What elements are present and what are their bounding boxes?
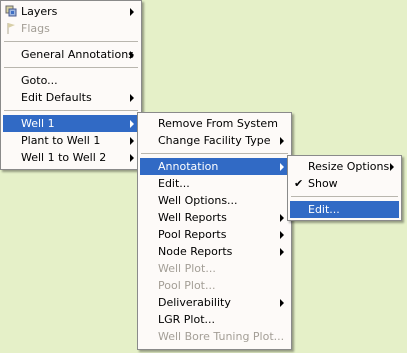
menu-separator bbox=[141, 153, 288, 154]
menu-item-edit-defaults[interactable]: Edit Defaults bbox=[3, 89, 139, 106]
menu-item-flags[interactable]: Flags bbox=[3, 20, 139, 37]
menu-item-label: Resize Options bbox=[308, 160, 390, 173]
menu-item-goto[interactable]: Goto... bbox=[3, 72, 139, 89]
menu-item-label: Well 1 bbox=[21, 117, 55, 130]
menu-item-label: Flags bbox=[21, 22, 50, 35]
submenu-arrow-icon bbox=[130, 137, 134, 145]
menu-item-annotation[interactable]: Annotation bbox=[140, 158, 289, 175]
menu-item-label: Well Plot... bbox=[158, 262, 216, 275]
menu-item-pool-plot[interactable]: Pool Plot... bbox=[140, 277, 289, 294]
menu-item-deliverability[interactable]: Deliverability bbox=[140, 294, 289, 311]
menu-item-label: Edit... bbox=[158, 177, 190, 190]
context-menu-annotation: Resize Options ✔ Show Edit... bbox=[287, 155, 402, 221]
menu-separator bbox=[4, 110, 138, 111]
menu-item-pool-reports[interactable]: Pool Reports bbox=[140, 226, 289, 243]
menu-item-well-1-to-well-2[interactable]: Well 1 to Well 2 bbox=[3, 149, 139, 166]
submenu-arrow-icon bbox=[280, 137, 284, 145]
menu-item-edit[interactable]: Edit... bbox=[140, 175, 289, 192]
submenu-arrow-icon bbox=[280, 299, 284, 307]
submenu-arrow-icon bbox=[280, 248, 284, 256]
menu-item-well-1[interactable]: Well 1 bbox=[3, 115, 139, 132]
menu-item-annotation-edit[interactable]: Edit... bbox=[290, 201, 399, 218]
menu-item-label: Annotation bbox=[158, 160, 219, 173]
submenu-arrow-icon bbox=[280, 214, 284, 222]
menu-item-change-facility-type[interactable]: Change Facility Type bbox=[140, 132, 289, 149]
menu-separator bbox=[291, 196, 398, 197]
menu-item-layers[interactable]: Layers bbox=[3, 3, 139, 20]
menu-item-label: Deliverability bbox=[158, 296, 231, 309]
menu-item-label: Edit... bbox=[308, 203, 340, 216]
submenu-arrow-icon bbox=[280, 163, 284, 171]
menu-item-label: Well 1 to Well 2 bbox=[21, 151, 107, 164]
submenu-arrow-icon bbox=[130, 8, 134, 16]
menu-item-label: Pool Reports bbox=[158, 228, 227, 241]
menu-item-label: Show bbox=[308, 177, 338, 190]
checkmark-icon: ✔ bbox=[294, 177, 304, 190]
context-menu-main: Layers Flags General Annotations Goto...… bbox=[0, 0, 142, 170]
menu-item-label: Edit Defaults bbox=[21, 91, 92, 104]
menu-item-label: Goto... bbox=[21, 74, 58, 87]
menu-item-label: Node Reports bbox=[158, 245, 233, 258]
submenu-arrow-icon bbox=[130, 94, 134, 102]
menu-separator bbox=[4, 41, 138, 42]
menu-item-lgr-plot[interactable]: LGR Plot... bbox=[140, 311, 289, 328]
submenu-arrow-icon bbox=[280, 231, 284, 239]
menu-item-plant-to-well-1[interactable]: Plant to Well 1 bbox=[3, 132, 139, 149]
submenu-arrow-icon bbox=[390, 163, 394, 171]
menu-item-well-bore-tuning-plot[interactable]: Well Bore Tuning Plot... bbox=[140, 328, 289, 345]
menu-item-well-plot[interactable]: Well Plot... bbox=[140, 260, 289, 277]
submenu-arrow-icon bbox=[130, 154, 134, 162]
menu-item-label: Pool Plot... bbox=[158, 279, 216, 292]
menu-item-well-reports[interactable]: Well Reports bbox=[140, 209, 289, 226]
menu-item-label: Well Bore Tuning Plot... bbox=[158, 330, 285, 343]
menu-item-resize-options[interactable]: Resize Options bbox=[290, 158, 399, 175]
menu-separator bbox=[4, 67, 138, 68]
context-menu-well-1: Remove From System Change Facility Type … bbox=[137, 112, 292, 350]
menu-item-general-annotations[interactable]: General Annotations bbox=[3, 46, 139, 63]
menu-item-node-reports[interactable]: Node Reports bbox=[140, 243, 289, 260]
desktop-background: { "main_menu": { "items": [ {"label": "L… bbox=[0, 0, 407, 353]
layers-icon bbox=[5, 5, 17, 17]
menu-item-label: General Annotations bbox=[21, 48, 134, 61]
menu-item-label: Well Reports bbox=[158, 211, 227, 224]
menu-item-label: Plant to Well 1 bbox=[21, 134, 101, 147]
submenu-arrow-icon bbox=[130, 120, 134, 128]
menu-item-show[interactable]: ✔ Show bbox=[290, 175, 399, 192]
menu-item-label: Layers bbox=[21, 5, 58, 18]
menu-item-label: Remove From System bbox=[158, 117, 278, 130]
submenu-arrow-icon bbox=[130, 51, 134, 59]
menu-item-label: Change Facility Type bbox=[158, 134, 271, 147]
menu-item-label: LGR Plot... bbox=[158, 313, 216, 326]
flag-icon bbox=[7, 23, 15, 34]
menu-item-label: Well Options... bbox=[158, 194, 238, 207]
menu-item-well-options[interactable]: Well Options... bbox=[140, 192, 289, 209]
menu-item-remove-from-system[interactable]: Remove From System bbox=[140, 115, 289, 132]
